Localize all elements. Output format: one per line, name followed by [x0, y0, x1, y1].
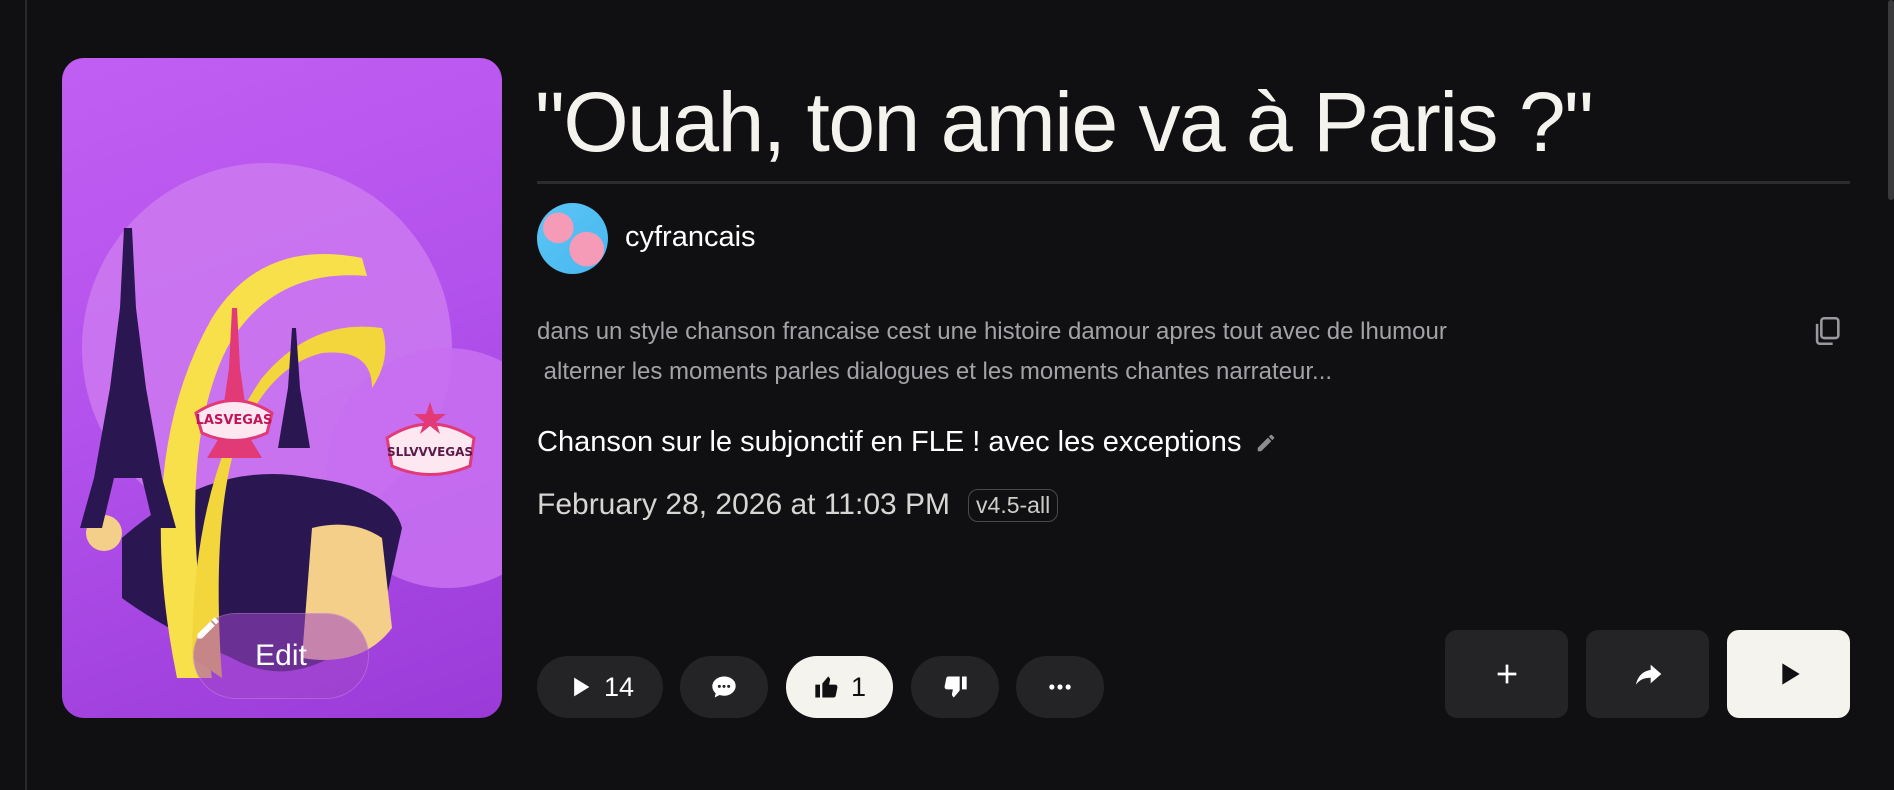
edit-label: Edit	[255, 639, 307, 672]
thumbs-up-icon	[815, 676, 838, 698]
avatar[interactable]	[537, 203, 608, 274]
pencil-icon[interactable]	[1255, 432, 1277, 454]
play-count: 14	[603, 671, 635, 702]
share-button[interactable]	[1586, 630, 1709, 718]
share-icon	[1635, 664, 1661, 685]
add-to-playlist-button[interactable]	[1445, 630, 1568, 718]
edit-cover-button[interactable]: Edit	[193, 613, 369, 699]
svg-text:SLLVVVEGAS: SLLVVVEGAS	[387, 445, 473, 459]
plus-icon	[1497, 664, 1516, 684]
subtitle-text: Chanson sur le subjonctif en FLE ! avec …	[537, 426, 1242, 458]
cover-art: LASVEGAS SLLVVVEGAS Edit	[62, 58, 502, 718]
scrollbar[interactable]	[1888, 0, 1894, 200]
prompt-line: dans un style chanson francaise cest une…	[537, 318, 1447, 345]
like-count: 1	[850, 671, 867, 702]
created-date: February 28, 2026 at 11:03 PM	[537, 488, 951, 521]
version-badge: v4.5-all	[968, 488, 1059, 522]
prompt-line: alterner les moments parles dialogues et…	[537, 358, 1333, 385]
copy-icon	[1815, 316, 1840, 346]
song-title: "Ouah, ton amie va à Paris ?"	[535, 75, 1594, 169]
comment-button[interactable]	[680, 656, 768, 718]
thumbs-down-icon	[944, 676, 967, 698]
meta-row: February 28, 2026 at 11:03 PM v4.5-all	[537, 488, 1059, 522]
play-button[interactable]	[1727, 630, 1850, 718]
play-icon	[1781, 663, 1800, 685]
play-count-button[interactable]: 14	[537, 656, 663, 718]
copy-button[interactable]	[1810, 314, 1844, 348]
play-icon	[574, 677, 590, 697]
svg-text:LASVEGAS: LASVEGAS	[196, 413, 273, 428]
title-divider	[537, 181, 1850, 184]
dislike-button[interactable]	[911, 656, 999, 718]
comment-icon	[712, 676, 736, 698]
more-options-button[interactable]	[1016, 656, 1104, 718]
pencil-icon	[197, 617, 219, 639]
song-subtitle: Chanson sur le subjonctif en FLE ! avec …	[537, 426, 1277, 459]
more-icon	[1049, 684, 1071, 690]
like-button[interactable]: 1	[786, 656, 893, 718]
left-divider	[25, 0, 27, 790]
author-name[interactable]: cyfrancais	[625, 221, 756, 254]
style-prompt: dans un style chanson francaise cest une…	[537, 312, 1517, 392]
